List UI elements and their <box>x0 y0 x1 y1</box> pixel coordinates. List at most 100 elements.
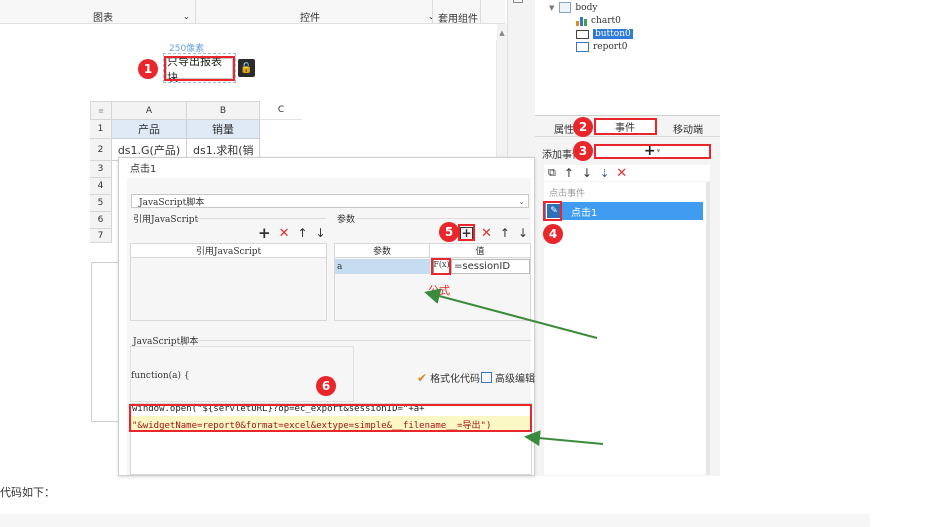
toolbar-chart-tab[interactable]: 图表 ⌄ <box>60 9 190 24</box>
scroll-up-icon[interactable]: ▲ <box>497 29 507 37</box>
chevron-down-icon: ⌄ <box>518 196 525 206</box>
tree-item-label: button0 <box>593 29 633 39</box>
step-badge-1: 1 <box>138 59 158 79</box>
event-toolbar: ⧉ ↑ ↓ ⇣ ✕ <box>544 165 710 181</box>
tab-underline <box>535 136 720 137</box>
script-section-line <box>196 340 531 341</box>
tree-item-button0[interactable]: button0 <box>576 29 633 39</box>
arrow-up-icon[interactable]: ↑ <box>297 226 307 240</box>
row-number: 5 <box>97 198 104 208</box>
report-block-icon <box>576 42 589 52</box>
param-value-input[interactable]: =sessionID <box>451 259 530 274</box>
code-block-preview <box>0 514 870 527</box>
param-name: a <box>337 261 343 272</box>
arrow-down-icon[interactable]: ↓ <box>316 226 326 240</box>
row-header-7[interactable]: 7 <box>90 229 112 243</box>
param-row-name[interactable]: a <box>335 259 430 274</box>
layout-icon[interactable] <box>513 0 523 3</box>
format-code-button[interactable]: ✔ 格式化代码 <box>417 370 481 386</box>
highlight-box-fx <box>431 258 451 275</box>
col-header-c[interactable]: C <box>260 101 302 120</box>
delete-icon[interactable]: ✕ <box>616 166 627 181</box>
sort-down-icon[interactable]: ⇣ <box>600 167 609 180</box>
row-number: 6 <box>97 215 104 225</box>
row-header-2[interactable]: 2 <box>90 139 112 161</box>
highlight-box-5 <box>458 224 475 241</box>
plus-icon[interactable]: + <box>258 224 271 242</box>
copy-icon[interactable]: ⧉ <box>548 166 556 180</box>
sheet-corner[interactable]: ≡ <box>90 101 112 120</box>
cell-a1[interactable]: 产品 <box>112 120 187 139</box>
row-header-6[interactable]: 6 <box>90 212 112 229</box>
advanced-edit-label: 高级编辑 <box>495 374 535 385</box>
dialog-title: 点击1 <box>130 164 157 175</box>
widget-tree-panel <box>535 0 720 115</box>
event-category-label: 点击事件 <box>549 189 586 199</box>
toolbar-divider <box>195 0 196 24</box>
tree-item-report0[interactable]: report0 <box>576 42 627 52</box>
footer-text: 代码如下： <box>0 486 55 499</box>
row-header-5[interactable]: 5 <box>90 195 112 212</box>
col-header-label: C <box>277 105 285 115</box>
step-badge-4: 4 <box>543 224 563 244</box>
param-header-label: 参数 <box>372 247 391 257</box>
col-header-b[interactable]: B <box>187 101 260 120</box>
tree-item-label: chart0 <box>591 16 621 26</box>
row-header-1[interactable]: 1 <box>90 120 112 139</box>
toolbar-divider <box>432 0 433 24</box>
ref-js-toolbar: + ✕ ↑ ↓ <box>258 224 326 242</box>
triangle-down-icon: ▼ <box>549 3 555 12</box>
tree-item-label: report0 <box>593 42 628 52</box>
row-header-3[interactable]: 3 <box>90 161 112 178</box>
col-header-a[interactable]: A <box>112 101 187 120</box>
step-badge-5: 5 <box>439 222 459 242</box>
unlock-icon: 🔓 <box>240 62 253 74</box>
cell-text: ds1.G(产品) <box>117 143 181 157</box>
event-item-click1[interactable]: ✎ 点击1 <box>545 202 703 220</box>
highlight-box-4 <box>543 201 562 221</box>
cell-b1[interactable]: 销量 <box>187 120 260 139</box>
function-signature: function(a) { <box>131 371 190 381</box>
tree-item-chart0[interactable]: chart0 <box>576 16 621 26</box>
delete-icon[interactable]: ✕ <box>279 226 290 241</box>
step-badge-2: 2 <box>573 117 593 137</box>
script-type-select[interactable]: JavaScript脚本 ⌄ <box>131 194 529 208</box>
brush-icon: ✔ <box>417 370 428 385</box>
lock-button[interactable]: 🔓 <box>238 59 255 77</box>
params-section-line <box>357 218 529 219</box>
highlight-box-1 <box>164 56 235 81</box>
highlight-box-2 <box>594 118 657 135</box>
row-number: 2 <box>97 144 104 155</box>
arrow-down-icon[interactable]: ↓ <box>518 226 528 240</box>
toolbar-control-tab[interactable]: 控件 ⌄ <box>198 9 438 24</box>
cell-text: 销量 <box>212 123 234 136</box>
arrow-up-icon[interactable]: ↑ <box>500 226 510 240</box>
event-list <box>544 182 710 475</box>
chart-icon <box>576 16 587 26</box>
arrow-down-icon[interactable]: ↓ <box>582 166 592 180</box>
col-header-label: A <box>145 105 153 116</box>
tree-item-body[interactable]: ▼ body <box>549 2 597 13</box>
row-number: 7 <box>97 230 104 241</box>
tab-attributes[interactable]: 属性 <box>554 121 574 136</box>
row-number: 1 <box>97 124 104 134</box>
step-badge-3: 3 <box>573 141 593 161</box>
value-header-label: 值 <box>475 247 485 257</box>
param-header: 参数 <box>335 244 430 258</box>
ref-js-section-line <box>196 218 326 219</box>
cell-text: 产品 <box>138 123 160 136</box>
tab-mobile[interactable]: 移动端 <box>673 121 703 136</box>
arrow-up-icon[interactable]: ↑ <box>564 166 574 180</box>
ref-js-table-header: 引用JavaScript <box>131 244 326 258</box>
format-code-label: 格式化代码 <box>430 374 481 385</box>
toolbar-template-tab[interactable]: 套用组件 <box>438 10 478 25</box>
delete-icon[interactable]: ✕ <box>481 226 492 241</box>
toolbar-chart-label: 图表 <box>93 12 113 24</box>
advanced-edit-button[interactable]: 高级编辑 <box>481 370 535 385</box>
highlight-box-6 <box>129 404 532 432</box>
folder-icon <box>559 2 572 13</box>
button-widget-icon <box>576 29 589 39</box>
row-number: 3 <box>97 164 104 174</box>
step-badge-6: 6 <box>316 376 336 396</box>
row-header-4[interactable]: 4 <box>90 178 112 195</box>
